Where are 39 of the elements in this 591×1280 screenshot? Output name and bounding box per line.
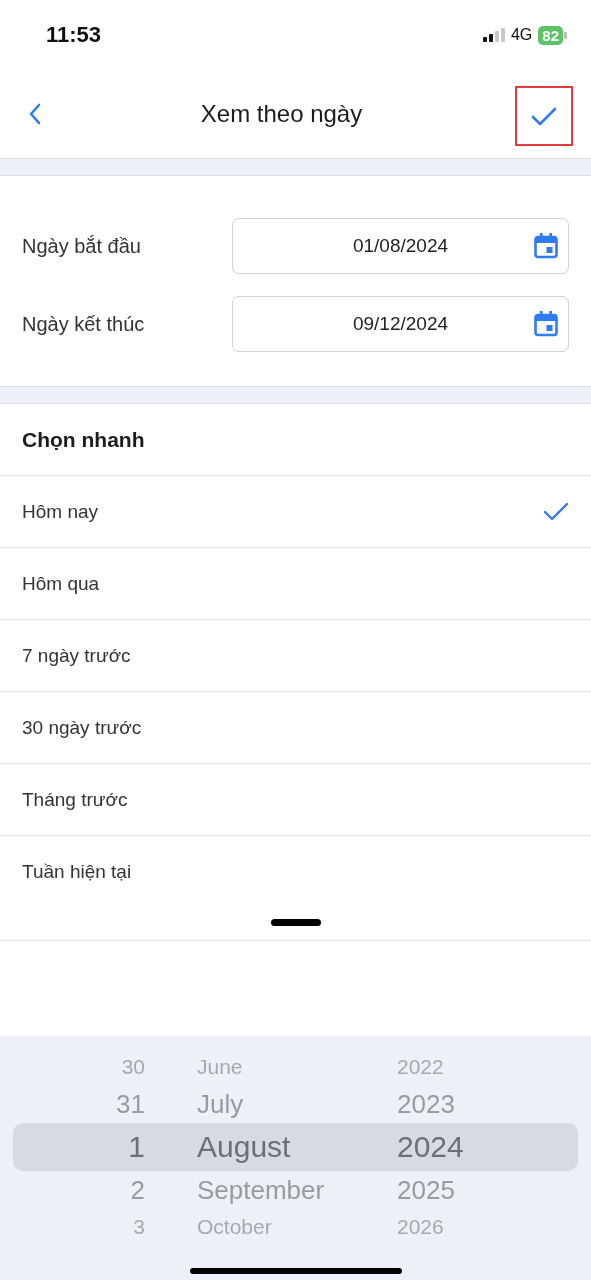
quick-option[interactable]: Hôm nay (0, 476, 591, 548)
picker-option[interactable]: 2 (0, 1170, 145, 1210)
checkmark-icon (543, 501, 569, 522)
field-label: Ngày bắt đầu (22, 234, 141, 258)
date-field[interactable]: 01/08/2024 (232, 218, 569, 274)
signal-icon (482, 28, 505, 42)
date-field[interactable]: 09/12/2024 (232, 296, 569, 352)
drag-handle[interactable] (270, 919, 321, 926)
section-title: Chọn nhanh (0, 404, 591, 476)
calendar-icon (534, 233, 558, 259)
picker-option[interactable]: June (197, 1050, 397, 1084)
picker-option[interactable]: 2026 (397, 1210, 517, 1244)
picker-option[interactable]: 2025 (397, 1170, 517, 1210)
back-icon (28, 103, 42, 125)
picker-option[interactable]: August (197, 1124, 397, 1170)
picker-option[interactable]: 2024 (397, 1124, 517, 1170)
picker-option[interactable]: 31 (0, 1084, 145, 1124)
picker-option[interactable]: 3 (0, 1210, 145, 1244)
field-label: Ngày kết thúc (22, 312, 145, 336)
quick-option[interactable]: 30 ngày trước (0, 692, 591, 764)
picker-option[interactable]: 2023 (397, 1084, 517, 1124)
quick-option[interactable]: Hôm qua (0, 548, 591, 620)
picker-option[interactable]: September (197, 1170, 397, 1210)
picker-option[interactable]: July (197, 1084, 397, 1124)
network-label: 4G (510, 26, 533, 44)
picker-option[interactable]: 1 (0, 1124, 145, 1170)
checkmark-icon (531, 105, 557, 127)
quick-option[interactable]: Tháng trước (0, 764, 591, 836)
picker-option[interactable]: 30 (0, 1050, 145, 1084)
calendar-icon (534, 311, 558, 337)
battery-level: 82 (538, 25, 563, 45)
confirm-button[interactable] (515, 86, 573, 146)
screen-title: Xem theo ngày (200, 100, 363, 128)
date-picker[interactable]: 30 31 1 2 3 June July August September October 2022 2023 2024 2025 2026 (0, 1036, 591, 1280)
quick-option[interactable]: Tuần hiện tại (0, 836, 591, 907)
clock-time: 11:53 (46, 22, 102, 48)
picker-option[interactable]: 2022 (397, 1050, 517, 1084)
quick-option[interactable]: 7 ngày trước (0, 620, 591, 692)
picker-option[interactable]: October (197, 1210, 397, 1244)
